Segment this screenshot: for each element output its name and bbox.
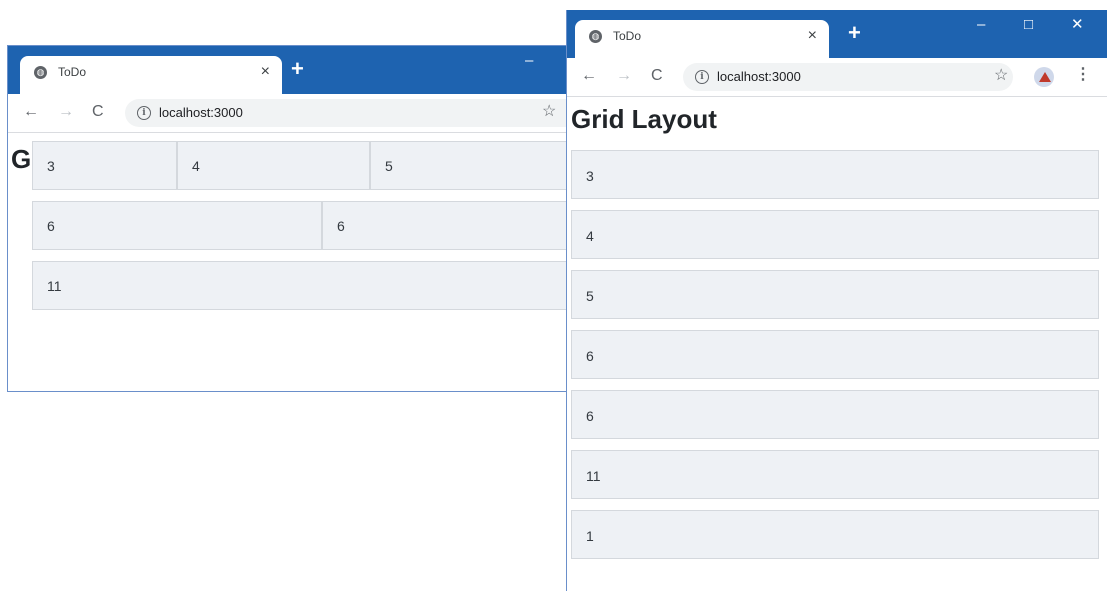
reload-button[interactable]: C — [651, 67, 663, 85]
forward-button[interactable]: → — [616, 67, 632, 85]
grid-cell: 3 — [571, 150, 1099, 199]
new-tab-button[interactable]: + — [848, 22, 861, 44]
grid-layout-right: 3 4 5 6 6 11 1 — [571, 150, 1099, 570]
reload-button[interactable]: C — [92, 103, 104, 121]
info-icon[interactable]: i — [695, 70, 709, 84]
tab-close-button[interactable]: × — [261, 63, 270, 81]
grid-cell: 5 — [571, 270, 1099, 319]
address-bar[interactable]: i localhost:3000 — [683, 63, 1013, 91]
browser-tab[interactable]: ◍ ToDo × — [575, 20, 829, 58]
grid-cell: 6 — [32, 201, 322, 250]
star-icon[interactable]: ☆ — [994, 67, 1008, 85]
info-icon[interactable]: i — [137, 106, 151, 120]
grid-row-2: 6 6 — [32, 201, 580, 250]
url-text: localhost:3000 — [717, 69, 801, 84]
browser-window-right: ◍ ToDo × + – □ ✕ ← → C i localhost:3000 … — [566, 10, 1107, 591]
grid-cell: 6 — [571, 390, 1099, 439]
minimize-button[interactable]: – — [525, 52, 533, 70]
globe-icon: ◍ — [589, 30, 602, 43]
page-content: Grid Layout — [567, 97, 1107, 135]
title-bar: ◍ ToDo × + – □ ✕ — [567, 10, 1107, 58]
grid-cell: 6 — [322, 201, 580, 250]
star-icon[interactable]: ☆ — [542, 103, 556, 121]
url-text: localhost:3000 — [159, 105, 243, 120]
grid-cell: 11 — [571, 450, 1099, 499]
close-button[interactable]: ✕ — [1071, 16, 1084, 34]
grid-cell: 4 — [177, 141, 370, 190]
minimize-button[interactable]: – — [977, 16, 985, 34]
profile-avatar-icon[interactable] — [1034, 67, 1054, 87]
browser-tab[interactable]: ◍ ToDo × — [20, 56, 282, 94]
grid-layout-left: 3 4 5 6 6 11 — [32, 141, 580, 321]
tab-close-button[interactable]: × — [808, 27, 817, 45]
tab-title: ToDo — [58, 65, 87, 79]
grid-cell: 1 — [571, 510, 1099, 559]
grid-row-1: 3 4 5 — [32, 141, 580, 190]
grid-cell: 11 — [32, 261, 580, 310]
page-title: Grid Layout — [571, 104, 717, 134]
browser-toolbar: ← → C i localhost:3000 ☆ ⋮ — [567, 58, 1107, 97]
browser-toolbar: ← → C i localhost:3000 ☆ — [8, 94, 581, 133]
grid-cell: 4 — [571, 210, 1099, 259]
title-bar: ◍ ToDo × + – — [8, 46, 581, 94]
new-tab-button[interactable]: + — [291, 58, 304, 80]
address-bar[interactable]: i localhost:3000 — [125, 99, 581, 127]
grid-cell: 5 — [370, 141, 580, 190]
grid-row-3: 11 — [32, 261, 580, 310]
grid-cell: 6 — [571, 330, 1099, 379]
menu-button[interactable]: ⋮ — [1075, 66, 1091, 84]
globe-icon: ◍ — [34, 66, 47, 79]
maximize-button[interactable]: □ — [1024, 16, 1033, 34]
grid-cell: 3 — [32, 141, 177, 190]
tab-title: ToDo — [613, 29, 642, 43]
forward-button[interactable]: → — [58, 103, 74, 121]
back-button[interactable]: ← — [23, 103, 39, 121]
back-button[interactable]: ← — [581, 67, 597, 85]
